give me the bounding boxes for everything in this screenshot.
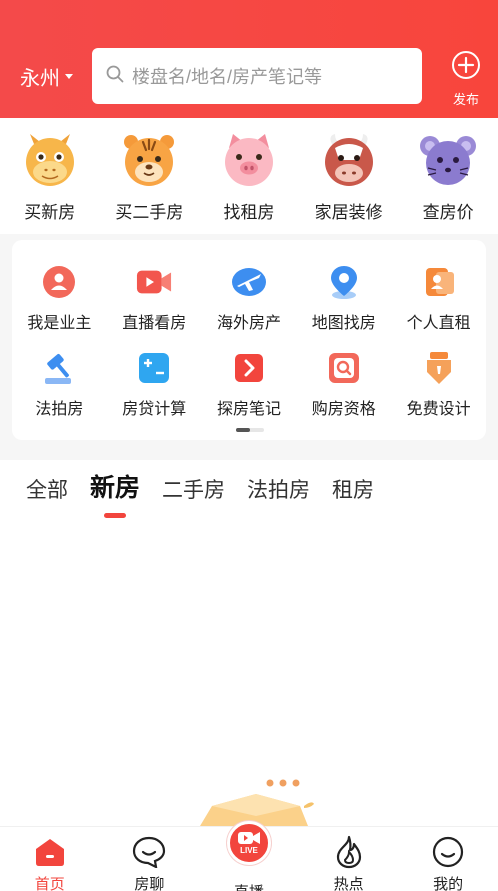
tab-new-house[interactable]: 新房 [90,468,140,530]
tool-label: 免费设计 [406,401,471,418]
pen-nib-icon [421,350,457,386]
category-label: 找租房 [223,203,275,222]
tool-owner[interactable]: 我是业主 [12,264,107,333]
category-decoration[interactable]: 家居装修 [299,118,399,234]
bottom-nav: 首页 房聊 LIVE 直播 热点 我的 [0,821,498,891]
tool-overseas[interactable]: 海外房产 [202,264,297,333]
location-pin-icon [326,264,362,300]
home-icon [33,835,67,869]
tool-loan-calc[interactable]: 房贷计算 [107,350,202,419]
ox-icon [319,130,379,190]
city-selector[interactable]: 永州 [20,62,73,91]
tool-label: 地图找房 [311,315,376,332]
nav-label: 直播 [199,881,299,891]
nav-chat[interactable]: 房聊 [100,827,200,891]
chat-icon [132,835,166,869]
category-label: 家居装修 [314,203,383,222]
tool-label: 法拍房 [35,401,84,418]
nav-label: 我的 [433,876,464,891]
tools-row-2: 法拍房 房贷计算 探房笔记 购房资格 免费设计 [12,350,486,419]
tool-label: 海外房产 [216,315,281,332]
nav-label: 首页 [34,876,65,891]
category-label: 买新房 [24,203,76,222]
live-icon: LIVE [226,821,271,865]
search-doc-icon [326,350,362,386]
tool-free-design[interactable]: 免费设计 [391,350,486,419]
tab-auction[interactable]: 法拍房 [247,474,310,530]
nav-home[interactable]: 首页 [0,827,100,891]
gavel-icon [41,350,77,386]
video-icon [136,264,172,300]
rat-icon [418,130,478,190]
tab-all[interactable]: 全部 [26,474,68,530]
tool-map-search[interactable]: 地图找房 [296,264,391,333]
nav-live[interactable]: LIVE 直播 [199,821,299,891]
arrow-note-icon [231,350,267,386]
contact-card-icon [421,264,457,300]
tools-section: 我是业主 直播看房 海外房产 地图找房 个人直租 法拍房 房贷计算 探房笔记 购… [0,234,498,460]
nav-profile[interactable]: 我的 [398,827,498,891]
page-indicator [236,428,264,432]
tools-card: 我是业主 直播看房 海外房产 地图找房 个人直租 法拍房 房贷计算 探房笔记 购… [12,240,486,440]
tiger-icon [119,130,179,190]
tool-label: 探房笔记 [216,401,281,418]
tool-label: 房贷计算 [122,401,187,418]
owner-icon [41,264,77,300]
tool-live-viewing[interactable]: 直播看房 [107,264,202,333]
pig-icon [219,130,279,190]
page-indicator-active [236,428,250,432]
dragon-icon [20,130,80,190]
publish-label: 发布 [452,92,479,107]
header-bar: 永州 楼盘名/地名/房产笔记等 发布 [0,0,498,118]
live-badge: LIVE [240,846,258,855]
nav-label: 房聊 [134,876,165,891]
category-row: 买新房 买二手房 找租房 家居装修 查房价 [0,118,498,234]
plane-icon [231,264,267,300]
category-rent[interactable]: 找租房 [199,118,299,234]
tool-house-notes[interactable]: 探房笔记 [202,350,297,419]
caret-down-icon [65,74,73,79]
listing-tabs: 全部 新房 二手房 法拍房 租房 [0,460,498,530]
plus-circle-icon [451,51,481,84]
category-price-check[interactable]: 查房价 [398,118,498,234]
flame-icon [332,835,366,869]
city-label: 永州 [20,68,60,90]
search-placeholder: 楼盘名/地名/房产笔记等 [132,67,323,87]
tool-label: 直播看房 [122,315,187,332]
tool-direct-rent[interactable]: 个人直租 [391,264,486,333]
search-box[interactable]: 楼盘名/地名/房产笔记等 [92,48,422,104]
tool-auction[interactable]: 法拍房 [12,350,107,419]
search-icon [106,65,124,88]
category-label: 买二手房 [115,203,184,222]
nav-label: 热点 [333,876,364,891]
tool-eligibility[interactable]: 购房资格 [296,350,391,419]
category-label: 查房价 [422,203,474,222]
tools-row-1: 我是业主 直播看房 海外房产 地图找房 个人直租 [12,264,486,333]
tool-label: 个人直租 [406,315,471,332]
publish-button[interactable]: 发布 [446,50,486,108]
profile-icon [431,835,465,869]
category-new-house[interactable]: 买新房 [0,118,100,234]
nav-hot[interactable]: 热点 [299,827,399,891]
tab-rent[interactable]: 租房 [332,474,374,530]
tool-label: 我是业主 [27,315,92,332]
tool-label: 购房资格 [311,401,376,418]
calculator-icon [136,350,172,386]
tab-second-hand[interactable]: 二手房 [162,474,225,530]
category-second-hand[interactable]: 买二手房 [100,118,200,234]
